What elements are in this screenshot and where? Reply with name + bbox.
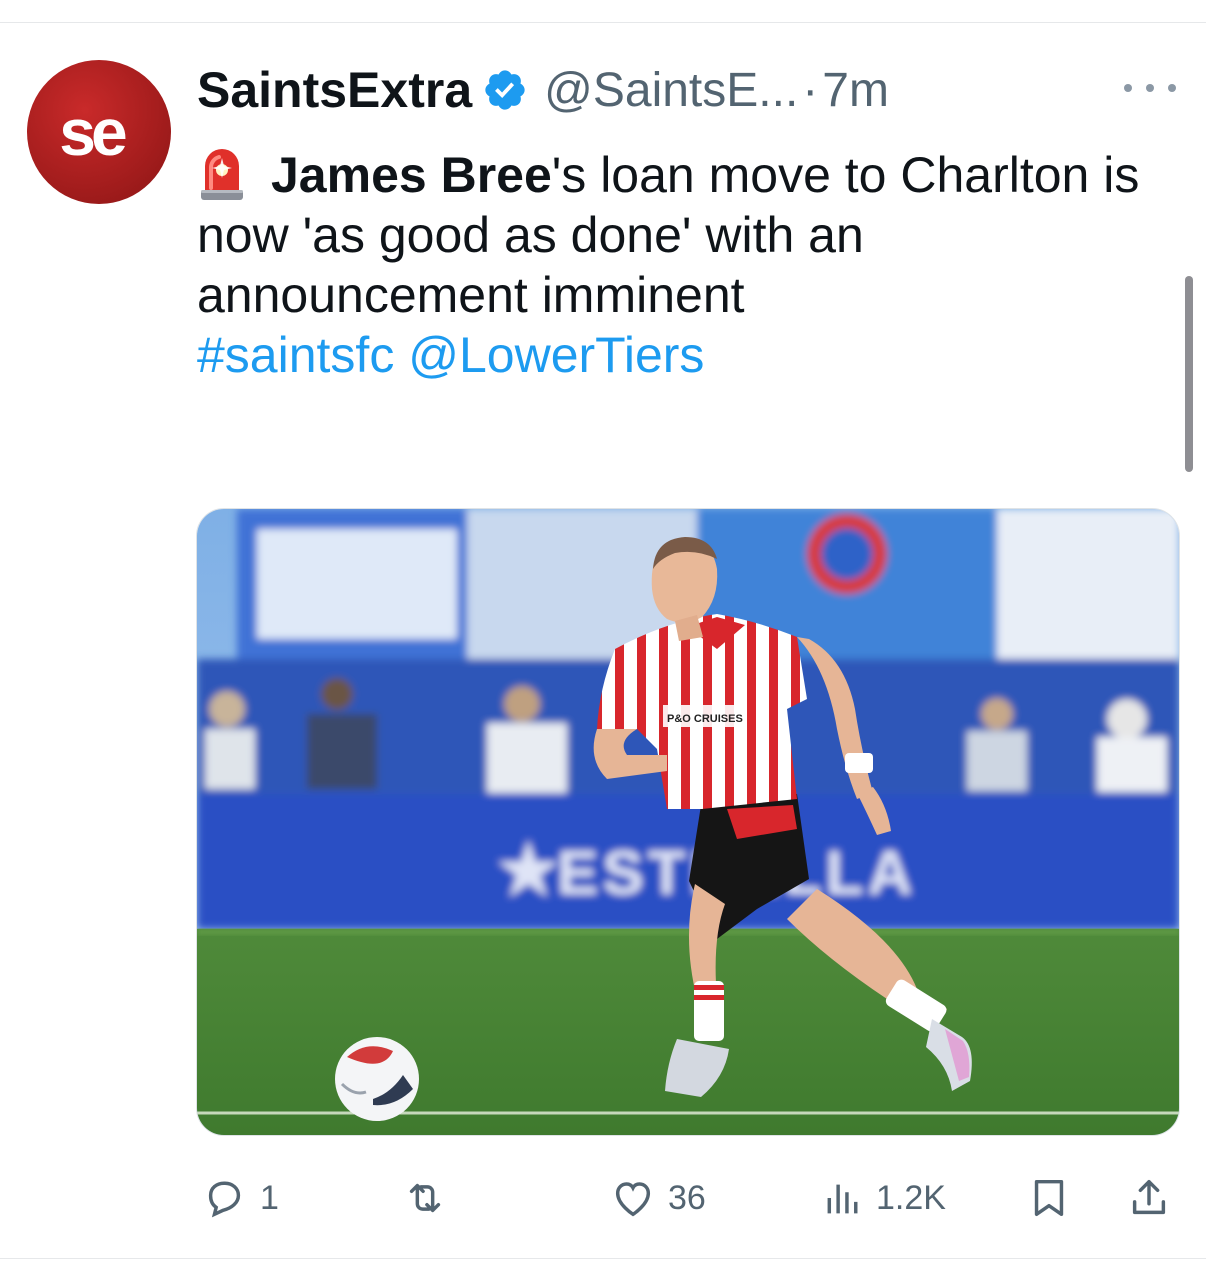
avatar-logo-text: se: [59, 95, 127, 169]
retweet-icon: [409, 1183, 441, 1213]
tweet-text: James Bree's loan move to Charlton is no…: [197, 144, 1167, 385]
views-button[interactable]: 1.2K: [818, 1166, 946, 1230]
like-button[interactable]: 36: [610, 1166, 706, 1230]
retweet-button[interactable]: [402, 1166, 460, 1230]
bookmark-button[interactable]: [1026, 1166, 1072, 1230]
svg-text:★: ★: [497, 831, 560, 909]
mention-link[interactable]: @LowerTiers: [408, 327, 704, 383]
top-divider: [0, 22, 1206, 23]
share-button[interactable]: [1126, 1166, 1172, 1230]
siren-emoji-icon: [201, 149, 243, 200]
football-photo: ★ ESTRELLA: [197, 509, 1179, 1135]
tweet-name-bold: James Bree: [271, 147, 552, 203]
reply-icon: [208, 1181, 241, 1218]
display-name[interactable]: SaintsExtra: [197, 61, 472, 119]
verified-badge-icon: [485, 70, 525, 110]
views-count: 1.2K: [876, 1178, 946, 1217]
more-dot: [1168, 84, 1176, 92]
scrollbar[interactable]: [1185, 276, 1193, 472]
like-icon: [615, 1182, 651, 1217]
bookmark-icon: [1034, 1179, 1064, 1217]
separator-dot: ·: [802, 63, 819, 117]
handle[interactable]: @SaintsE...: [544, 63, 798, 118]
more-icon[interactable]: [1124, 68, 1176, 108]
share-icon: [1132, 1179, 1166, 1215]
tweet-header: SaintsExtra @SaintsE... · 7m: [197, 60, 889, 120]
reply-count: 1: [260, 1178, 279, 1217]
bottom-divider: [0, 1258, 1206, 1259]
like-count: 36: [668, 1178, 706, 1217]
more-dot: [1124, 84, 1132, 92]
avatar[interactable]: se: [27, 60, 171, 204]
tweet-actions: 1 36 1.2K: [196, 1166, 1178, 1230]
hashtag-link[interactable]: #saintsfc: [197, 327, 394, 383]
football: [335, 1037, 419, 1121]
reply-button[interactable]: 1: [202, 1166, 279, 1230]
timestamp[interactable]: 7m: [822, 63, 889, 118]
more-dot: [1146, 84, 1154, 92]
tweet-media-image[interactable]: ★ ESTRELLA: [196, 508, 1180, 1136]
views-icon: [827, 1184, 858, 1214]
shirt-sponsor-text: P&O CRUISES: [667, 713, 743, 725]
